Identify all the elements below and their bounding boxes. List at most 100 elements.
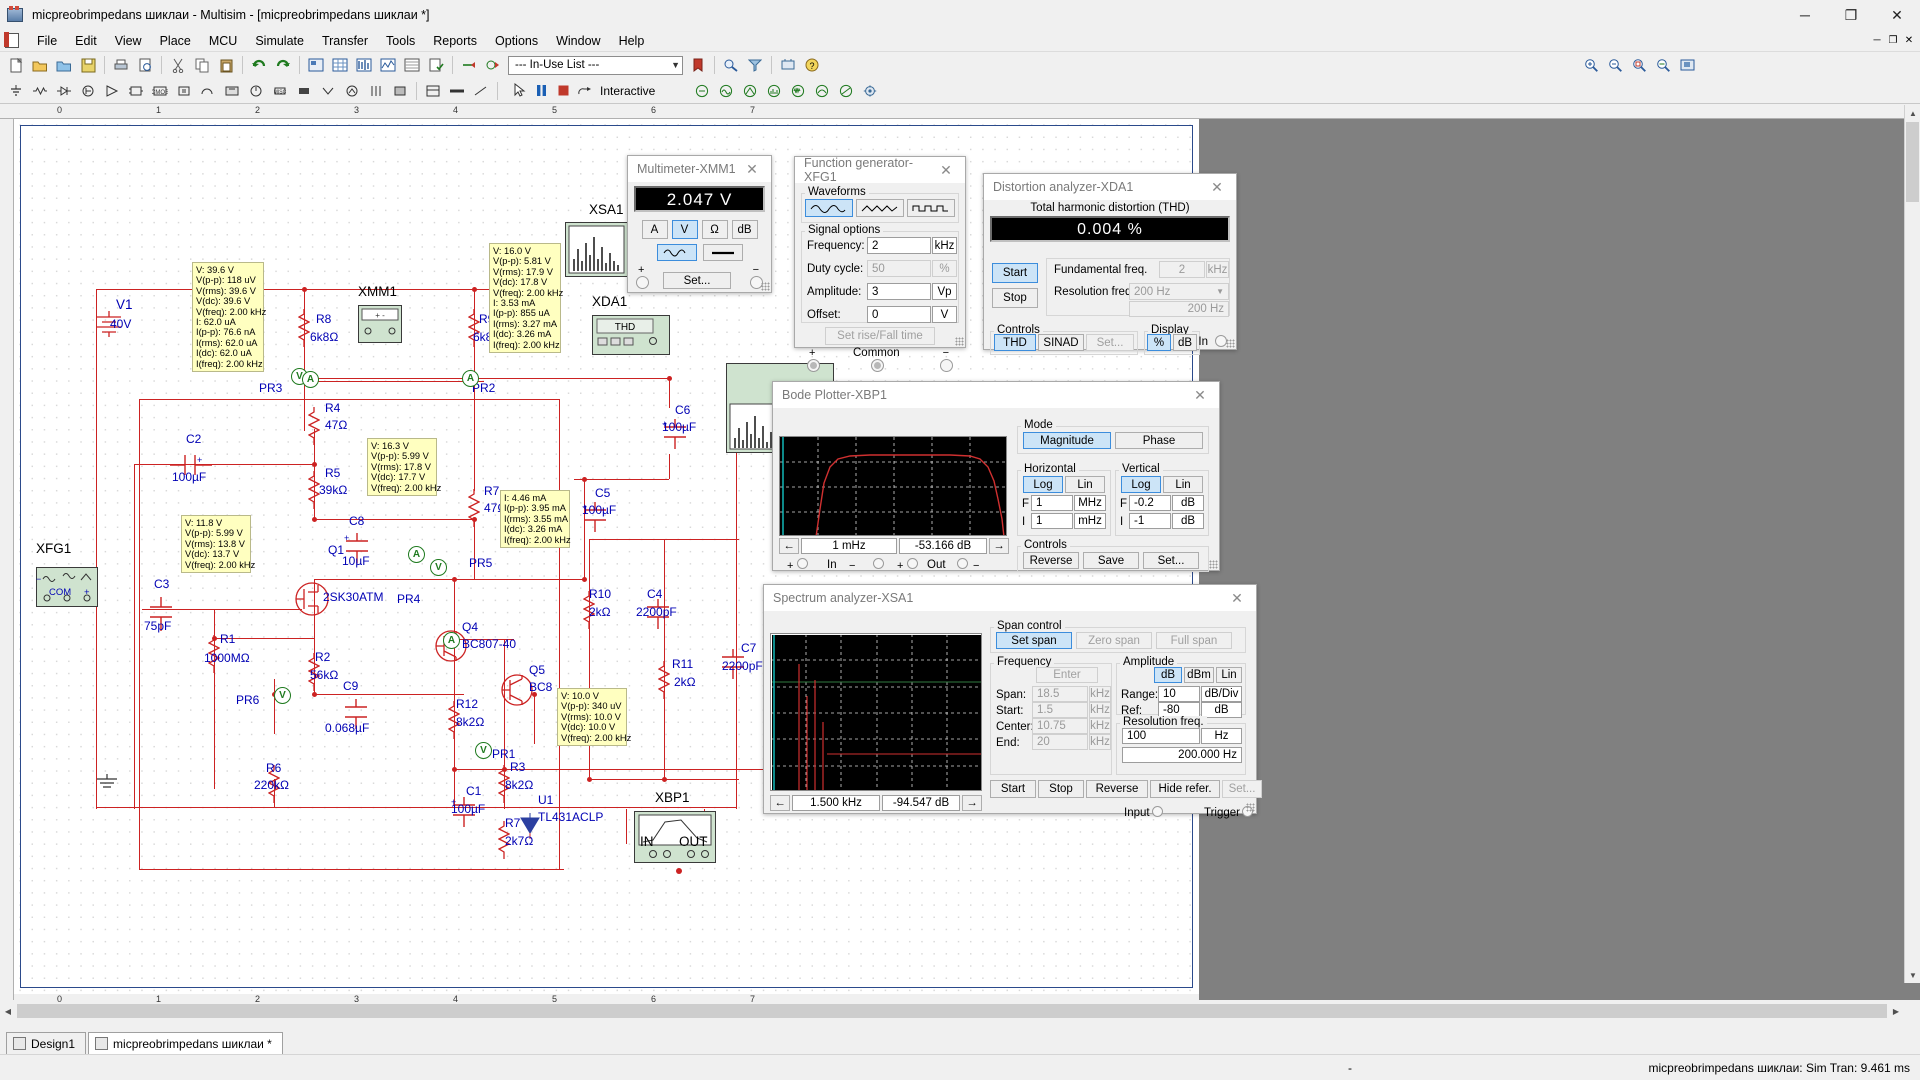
save-icon[interactable] xyxy=(77,54,99,76)
bookmark-icon[interactable] xyxy=(687,54,709,76)
menu-mcu[interactable]: MCU xyxy=(200,32,246,50)
minimize-button[interactable]: ─ xyxy=(1782,0,1828,30)
scroll-left-button[interactable]: ◀ xyxy=(0,1003,16,1019)
dc-sweep-icon[interactable] xyxy=(835,80,857,102)
place-basic-icon[interactable] xyxy=(29,80,51,102)
run-pointer-icon[interactable] xyxy=(508,81,530,101)
distortion-analyzer-close-icon[interactable]: ✕ xyxy=(1202,176,1232,198)
bode-cursor-left-button[interactable]: ← xyxy=(779,538,799,554)
place-misc-digital-icon[interactable] xyxy=(173,80,195,102)
frequency-input[interactable]: 2 xyxy=(867,237,931,254)
end-input[interactable]: 20 xyxy=(1032,734,1088,750)
menu-help[interactable]: Help xyxy=(610,32,654,50)
place-electromech-icon[interactable] xyxy=(317,80,339,102)
scroll-up-button[interactable]: ▲ xyxy=(1905,105,1920,121)
menu-file[interactable]: File xyxy=(28,32,66,50)
resolution-input[interactable]: 100 xyxy=(1122,728,1200,744)
waveform-sine-button[interactable] xyxy=(805,199,853,217)
spectrum-hide-refer-button[interactable]: Hide refer. xyxy=(1150,780,1220,798)
mdi-close-button[interactable]: ✕ xyxy=(1902,34,1916,48)
spectrum-set-button[interactable]: Set... xyxy=(1222,780,1262,798)
redo-icon[interactable] xyxy=(272,54,294,76)
fg-common-terminal[interactable] xyxy=(871,359,884,372)
bode-out-plus-terminal[interactable] xyxy=(907,558,918,569)
bode-magnitude-button[interactable]: Magnitude xyxy=(1023,432,1111,449)
multimeter-plus-terminal[interactable] xyxy=(636,276,649,289)
place-analog-icon[interactable] xyxy=(101,80,123,102)
bode-horizontal-i-input[interactable]: 1 xyxy=(1031,513,1073,529)
menu-edit[interactable]: Edit xyxy=(66,32,106,50)
bode-cursor-right-button[interactable]: → xyxy=(989,538,1009,554)
bode-plot-canvas[interactable] xyxy=(779,436,1007,536)
bode-set-button[interactable]: Set... xyxy=(1143,552,1199,569)
erc-icon[interactable] xyxy=(425,54,447,76)
multimeter-close-icon[interactable]: ✕ xyxy=(737,158,767,180)
grapher-icon[interactable] xyxy=(377,54,399,76)
resolution-freq-dropdown[interactable]: 200 Hz ▼ xyxy=(1129,283,1229,300)
multimeter-mode-a[interactable]: A xyxy=(642,220,668,239)
stop-icon[interactable] xyxy=(552,81,574,101)
bode-vertical-lin-button[interactable]: Lin xyxy=(1163,476,1203,493)
place-misc-icon[interactable]: MISC xyxy=(269,80,291,102)
spectrum-stop-button[interactable]: Stop xyxy=(1038,780,1084,798)
pause-icon[interactable] xyxy=(530,81,552,101)
bode-reverse-button[interactable]: Reverse xyxy=(1023,552,1079,569)
amplitude-input[interactable]: 3 xyxy=(867,283,931,300)
waveform-triangle-button[interactable] xyxy=(856,199,904,217)
menu-place[interactable]: Place xyxy=(151,32,200,50)
place-source-icon[interactable] xyxy=(5,80,27,102)
bode-vertical-i-input[interactable]: -1 xyxy=(1129,513,1171,529)
db-manager-icon[interactable] xyxy=(353,54,375,76)
find-icon[interactable] xyxy=(720,54,742,76)
distortion-stop-button[interactable]: Stop xyxy=(992,288,1038,308)
zoom-selection-icon[interactable] xyxy=(1677,54,1699,76)
mdi-restore-button[interactable]: ❐ xyxy=(1886,34,1900,48)
multimeter-coupling-ac[interactable] xyxy=(657,244,697,261)
bode-in-plus-terminal[interactable] xyxy=(797,558,808,569)
menu-tools[interactable]: Tools xyxy=(377,32,424,50)
vertical-scrollbar-thumb[interactable] xyxy=(1906,122,1919,202)
distortion-analyzer-window[interactable]: Distortion analyzer-XDA1 ✕ Total harmoni… xyxy=(983,173,1237,350)
scroll-down-button[interactable]: ▼ xyxy=(1905,967,1920,983)
bode-plotter-window[interactable]: Bode Plotter-XBP1 ✕ ← 1 xyxy=(772,381,1220,571)
forward-annotate-icon[interactable] xyxy=(482,54,504,76)
place-ni-icon[interactable] xyxy=(341,80,363,102)
in-use-list-dropdown[interactable]: --- In-Use List --- ▼ xyxy=(508,56,683,75)
place-mixed-icon[interactable] xyxy=(197,80,219,102)
copy-icon[interactable] xyxy=(191,54,213,76)
new-icon[interactable] xyxy=(5,54,27,76)
dc-operating-point-icon[interactable] xyxy=(691,80,713,102)
spectrum-resize-grip[interactable] xyxy=(1246,803,1255,812)
span-input[interactable]: 18.5 xyxy=(1032,686,1088,702)
bode-out-minus-terminal[interactable] xyxy=(957,558,968,569)
component-wizard-icon[interactable] xyxy=(777,54,799,76)
multimeter-window[interactable]: Multimeter-XMM1 ✕ 2.047 V A V Ω dB + Set… xyxy=(627,155,772,293)
spectrum-reverse-button[interactable]: Reverse xyxy=(1086,780,1148,798)
frequency-enter-button[interactable]: Enter xyxy=(1036,667,1098,683)
duty-cycle-input[interactable]: 50 xyxy=(867,260,931,277)
bode-vertical-log-button[interactable]: Log xyxy=(1121,476,1161,493)
transient-icon[interactable] xyxy=(739,80,761,102)
distortion-resize-grip[interactable] xyxy=(1226,339,1235,348)
spectrum-cursor-left-button[interactable]: ← xyxy=(770,795,790,811)
fourier-icon[interactable] xyxy=(763,80,785,102)
zoom-in-icon[interactable] xyxy=(1581,54,1603,76)
zero-span-button[interactable]: Zero span xyxy=(1076,632,1152,649)
distortion-set-button[interactable]: Set... xyxy=(1086,334,1134,351)
tab-micpreobrimpedans[interactable]: micpreobrimpedans шиклаи * xyxy=(88,1032,283,1054)
bode-horizontal-log-button[interactable]: Log xyxy=(1023,476,1063,493)
place-indicator-icon[interactable] xyxy=(221,80,243,102)
bode-horizontal-f-input[interactable]: 1 xyxy=(1031,495,1073,511)
spreadsheet-view-icon[interactable] xyxy=(329,54,351,76)
back-annotate-icon[interactable] xyxy=(458,54,480,76)
menu-view[interactable]: View xyxy=(106,32,151,50)
menu-window[interactable]: Window xyxy=(547,32,609,50)
spectrum-analyzer-close-icon[interactable]: ✕ xyxy=(1222,587,1252,609)
place-ttl-icon[interactable] xyxy=(125,80,147,102)
menu-simulate[interactable]: Simulate xyxy=(246,32,313,50)
bode-plotter-close-icon[interactable]: ✕ xyxy=(1185,384,1215,406)
multimeter-set-button[interactable]: Set... xyxy=(663,272,731,289)
place-diode-icon[interactable] xyxy=(53,80,75,102)
spectrum-input-terminal[interactable] xyxy=(1152,806,1163,817)
distortion-sinad-button[interactable]: SINAD xyxy=(1038,334,1084,351)
